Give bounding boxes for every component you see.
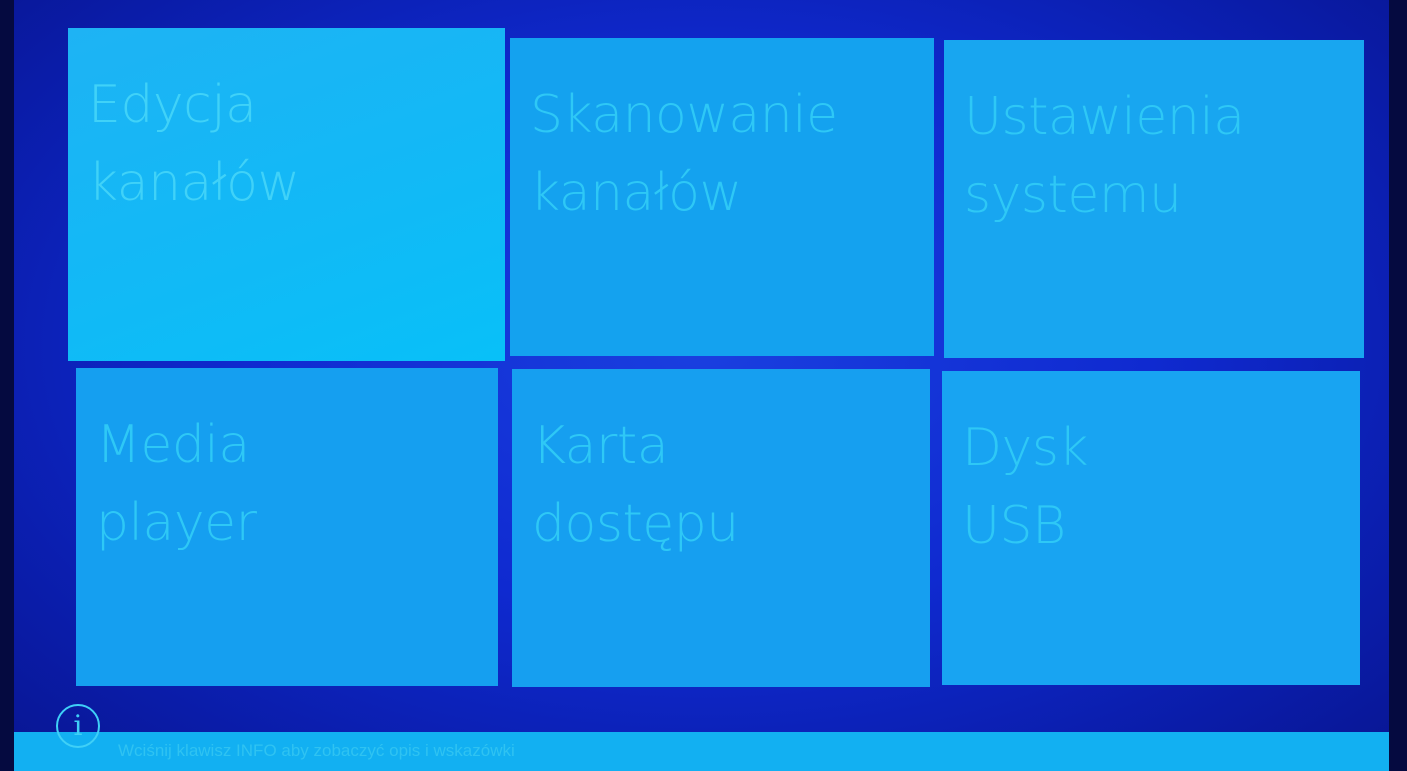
tile-channel-edit[interactable]: Edycja kanałów [68, 28, 505, 361]
tile-usb-disk[interactable]: Dysk USB [942, 371, 1360, 685]
tile-label: Edycja kanałów [88, 75, 300, 213]
tile-access-card[interactable]: Karta dostępu [512, 369, 930, 687]
tile-label: Karta dostępu [532, 416, 739, 554]
tile-label: Skanowanie kanałów [530, 85, 838, 223]
tv-menu-screen: Edycja kanałów Skanowanie kanałów Ustawi… [0, 0, 1407, 771]
info-icon: i [56, 704, 100, 748]
info-hint-text: Wciśnij klawisz INFO aby zobaczyć opis i… [118, 741, 515, 760]
screen-left-edge [0, 0, 14, 771]
tile-media-player[interactable]: Media player [76, 368, 498, 686]
screen-right-edge [1389, 0, 1407, 771]
tile-channel-scan[interactable]: Skanowanie kanałów [510, 38, 934, 356]
tile-label: Media player [96, 415, 257, 553]
tile-label: Ustawienia systemu [964, 87, 1245, 225]
tile-system-settings[interactable]: Ustawienia systemu [944, 40, 1364, 358]
tile-label: Dysk USB [962, 418, 1089, 556]
